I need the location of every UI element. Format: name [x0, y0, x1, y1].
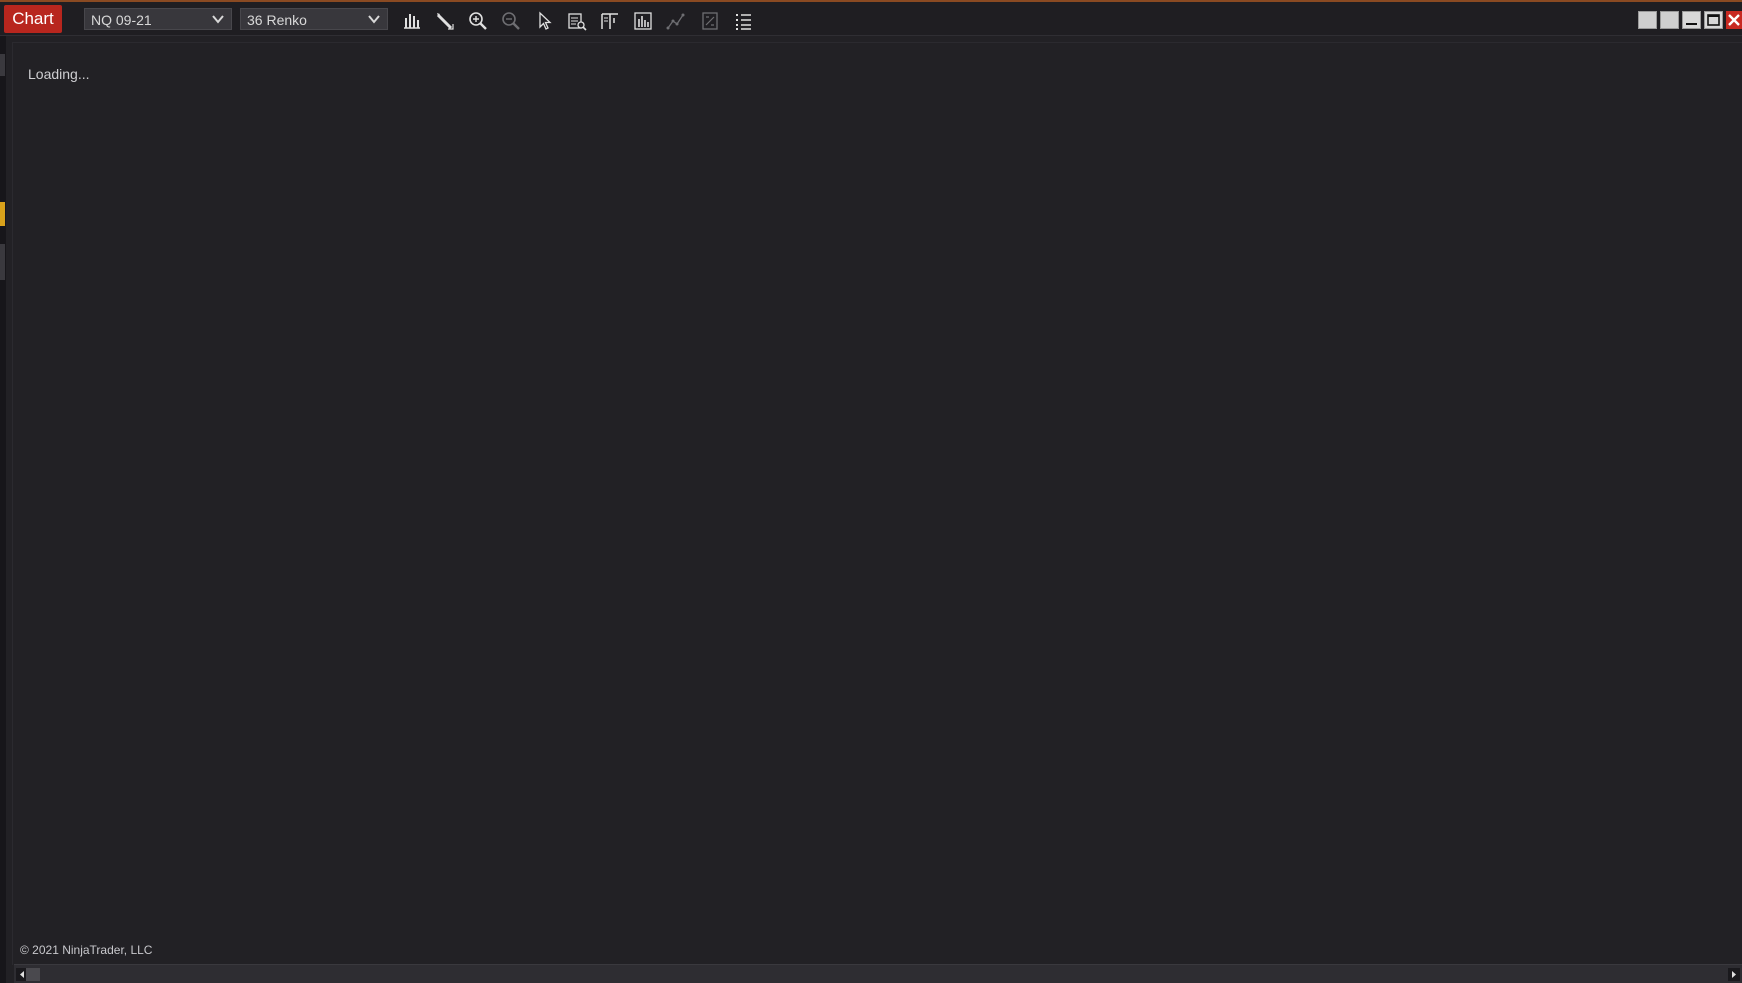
bar-type-value: 36 Renko	[247, 12, 307, 28]
left-docked-strip	[0, 36, 6, 983]
bar-type-selector[interactable]: 36 Renko	[240, 8, 388, 30]
pointer-icon[interactable]	[533, 10, 555, 32]
chart-toolbar: Chart NQ 09-21 36 Renko	[0, 2, 1742, 36]
close-icon[interactable]	[1726, 11, 1742, 29]
left-strip-tab[interactable]	[0, 244, 5, 280]
chevron-down-icon	[211, 9, 225, 29]
chart-tab[interactable]: Chart	[4, 5, 62, 33]
tile-left-icon[interactable]	[1638, 11, 1657, 29]
chevron-down-icon	[367, 9, 381, 29]
zoom-out-icon[interactable]	[500, 10, 522, 32]
tile-right-icon[interactable]	[1660, 11, 1679, 29]
copyright-text: © 2021 NinjaTrader, LLC	[20, 943, 153, 957]
left-strip-tab[interactable]	[0, 54, 5, 76]
drawing-tool-icon[interactable]	[434, 10, 456, 32]
bars-icon[interactable]	[401, 10, 423, 32]
indicators-icon[interactable]	[632, 10, 654, 32]
maximize-icon[interactable]	[1704, 11, 1723, 29]
chart-area[interactable]	[12, 42, 1742, 965]
properties-list-icon[interactable]	[732, 10, 754, 32]
scroll-thumb[interactable]	[26, 968, 40, 981]
scroll-right-icon[interactable]	[1728, 968, 1740, 981]
horizontal-scrollbar[interactable]	[14, 964, 1742, 983]
chart-trader-icon[interactable]	[599, 10, 621, 32]
loading-status: Loading...	[28, 66, 90, 82]
left-strip-highlight[interactable]	[0, 202, 5, 226]
chart-window: Chart NQ 09-21 36 Renko Loading... © 202…	[0, 0, 1742, 983]
minimize-icon[interactable]	[1682, 11, 1701, 29]
instrument-value: NQ 09-21	[91, 12, 152, 28]
strategies-icon[interactable]	[665, 10, 687, 32]
zoom-in-icon[interactable]	[467, 10, 489, 32]
templates-icon[interactable]	[699, 10, 721, 32]
instrument-selector[interactable]: NQ 09-21	[84, 8, 232, 30]
data-box-icon[interactable]	[566, 10, 588, 32]
